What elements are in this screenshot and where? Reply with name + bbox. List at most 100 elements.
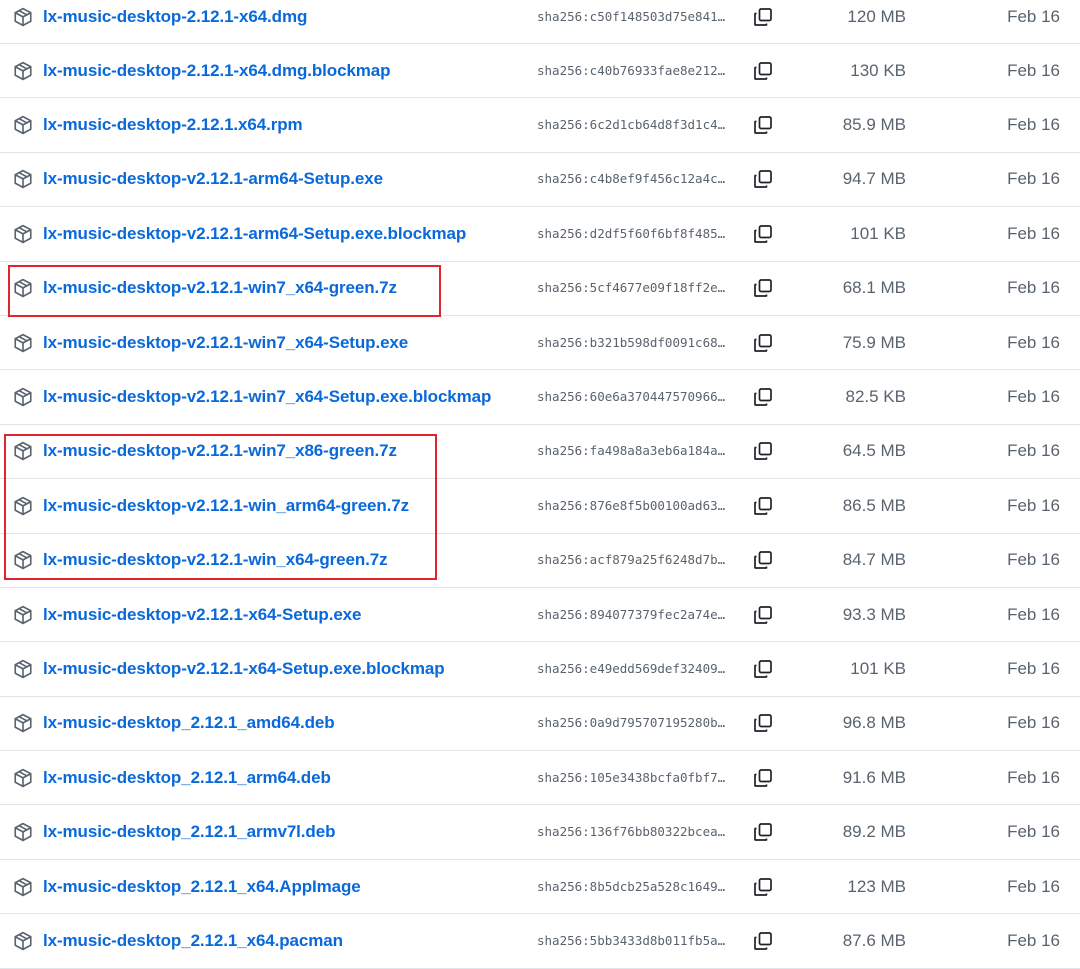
asset-download-link[interactable]: lx-music-desktop_2.12.1_x64.AppImage <box>43 877 361 897</box>
asset-row: lx-music-desktop-2.12.1.x64.rpm sha256:6… <box>0 98 1080 153</box>
asset-date: Feb 16 <box>1007 550 1060 570</box>
asset-sha256-digest: sha256:e49edd569def32409… <box>537 660 726 676</box>
package-icon <box>13 605 33 625</box>
package-icon <box>13 931 33 951</box>
asset-row: lx-music-desktop-v2.12.1-win7_x64-Setup.… <box>0 370 1080 425</box>
copy-sha-button[interactable] <box>752 6 774 28</box>
package-icon <box>13 659 33 679</box>
asset-download-link[interactable]: lx-music-desktop-2.12.1.x64.rpm <box>43 115 303 135</box>
copy-sha-button[interactable] <box>752 168 774 190</box>
asset-row: lx-music-desktop-v2.12.1-win7_x64-Setup.… <box>0 316 1080 371</box>
copy-sha-button[interactable] <box>752 712 774 734</box>
copy-icon <box>754 932 772 950</box>
copy-sha-button[interactable] <box>752 277 774 299</box>
asset-download-link[interactable]: lx-music-desktop-v2.12.1-win_x64-green.7… <box>43 550 388 570</box>
asset-date: Feb 16 <box>1007 604 1060 624</box>
asset-date: Feb 16 <box>1007 930 1060 950</box>
asset-row: lx-music-desktop-v2.12.1-win7_x64-green.… <box>0 262 1080 316</box>
package-icon <box>13 333 33 353</box>
copy-sha-button[interactable] <box>752 549 774 571</box>
asset-row: lx-music-desktop-v2.12.1-win_x64-green.7… <box>0 534 1080 588</box>
asset-sha256-digest: sha256:5cf4677e09f18ff2e… <box>537 280 726 296</box>
asset-row: lx-music-desktop-v2.12.1-arm64-Setup.exe… <box>0 207 1080 262</box>
release-assets-list: lx-music-desktop-2.12.1-x64.dmg sha256:c… <box>0 0 1080 969</box>
asset-download-link[interactable]: lx-music-desktop_2.12.1_amd64.deb <box>43 713 335 733</box>
copy-icon <box>754 388 772 406</box>
copy-icon <box>754 279 772 298</box>
asset-download-link[interactable]: lx-music-desktop-2.12.1-x64.dmg.blockmap <box>43 61 391 81</box>
copy-icon <box>754 768 772 787</box>
package-icon <box>13 278 33 298</box>
asset-size: 82.5 KB <box>845 387 907 407</box>
asset-download-link[interactable]: lx-music-desktop-v2.12.1-arm64-Setup.exe… <box>43 224 466 244</box>
package-icon <box>13 768 33 788</box>
asset-row: lx-music-desktop-v2.12.1-win_arm64-green… <box>0 479 1080 534</box>
asset-date: Feb 16 <box>1007 876 1060 896</box>
asset-size: 130 KB <box>850 60 906 80</box>
asset-date: Feb 16 <box>1007 713 1060 733</box>
asset-size: 87.6 MB <box>842 930 906 950</box>
copy-sha-button[interactable] <box>752 223 774 245</box>
asset-row: lx-music-desktop-2.12.1-x64.dmg sha256:c… <box>0 0 1080 44</box>
copy-sha-button[interactable] <box>752 604 774 626</box>
copy-sha-button[interactable] <box>752 386 774 408</box>
package-icon <box>13 822 33 842</box>
asset-sha256-digest: sha256:5bb3433d8b011fb5a… <box>537 932 726 948</box>
package-icon <box>13 224 33 244</box>
copy-sha-button[interactable] <box>752 114 774 136</box>
asset-date: Feb 16 <box>1007 332 1060 352</box>
asset-sha256-digest: sha256:acf879a25f6248d7b… <box>537 552 726 568</box>
copy-sha-button[interactable] <box>752 767 774 789</box>
asset-download-link[interactable]: lx-music-desktop_2.12.1_arm64.deb <box>43 768 331 788</box>
asset-size: 120 MB <box>847 6 906 26</box>
copy-icon <box>754 605 772 624</box>
asset-download-link[interactable]: lx-music-desktop-v2.12.1-arm64-Setup.exe <box>43 169 383 189</box>
asset-size: 75.9 MB <box>842 332 906 352</box>
copy-icon <box>754 225 772 243</box>
copy-icon <box>754 823 772 842</box>
asset-size: 94.7 MB <box>842 169 906 189</box>
asset-sha256-digest: sha256:b321b598df0091c68… <box>537 334 726 350</box>
copy-sha-button[interactable] <box>752 821 774 843</box>
asset-download-link[interactable]: lx-music-desktop-v2.12.1-win_arm64-green… <box>43 496 409 516</box>
copy-icon <box>754 116 772 134</box>
asset-sha256-digest: sha256:894077379fec2a74e… <box>537 606 726 622</box>
copy-sha-button[interactable] <box>752 876 774 898</box>
asset-download-link[interactable]: lx-music-desktop-v2.12.1-win7_x64-green.… <box>43 278 397 298</box>
copy-sha-button[interactable] <box>752 332 774 354</box>
asset-download-link[interactable]: lx-music-desktop-v2.12.1-win7_x64-Setup.… <box>43 387 491 407</box>
asset-sha256-digest: sha256:c40b76933fae8e212… <box>537 62 726 78</box>
copy-sha-button[interactable] <box>752 930 774 952</box>
asset-size: 101 KB <box>850 223 906 243</box>
package-icon <box>13 115 33 135</box>
copy-icon <box>754 170 772 189</box>
copy-sha-button[interactable] <box>752 658 774 680</box>
asset-sha256-digest: sha256:136f76bb80322bcea… <box>537 824 726 840</box>
copy-icon <box>754 442 772 461</box>
asset-download-link[interactable]: lx-music-desktop-v2.12.1-x64-Setup.exe <box>43 605 361 625</box>
asset-download-link[interactable]: lx-music-desktop-v2.12.1-x64-Setup.exe.b… <box>43 659 445 679</box>
asset-sha256-digest: sha256:60e6a370447570966… <box>537 389 726 405</box>
asset-date: Feb 16 <box>1007 115 1060 135</box>
package-icon <box>13 496 33 516</box>
copy-icon <box>754 714 772 733</box>
asset-download-link[interactable]: lx-music-desktop-v2.12.1-win7_x64-Setup.… <box>43 333 408 353</box>
package-icon <box>13 387 33 407</box>
asset-sha256-digest: sha256:876e8f5b00100ad63… <box>537 497 726 513</box>
asset-sha256-digest: sha256:6c2d1cb64d8f3d1c4… <box>537 117 726 133</box>
asset-row: lx-music-desktop_2.12.1_amd64.deb sha256… <box>0 697 1080 752</box>
asset-size: 68.1 MB <box>842 278 906 298</box>
asset-download-link[interactable]: lx-music-desktop_2.12.1_x64.pacman <box>43 931 343 951</box>
package-icon <box>13 61 33 81</box>
package-icon <box>13 877 33 897</box>
copy-sha-button[interactable] <box>752 440 774 462</box>
asset-size: 86.5 MB <box>842 495 906 515</box>
asset-date: Feb 16 <box>1007 822 1060 842</box>
copy-sha-button[interactable] <box>752 60 774 82</box>
copy-icon <box>754 551 772 570</box>
asset-download-link[interactable]: lx-music-desktop-v2.12.1-win7_x86-green.… <box>43 441 397 461</box>
asset-download-link[interactable]: lx-music-desktop-2.12.1-x64.dmg <box>43 7 307 27</box>
copy-sha-button[interactable] <box>752 495 774 517</box>
asset-date: Feb 16 <box>1007 223 1060 243</box>
asset-download-link[interactable]: lx-music-desktop_2.12.1_armv7l.deb <box>43 822 335 842</box>
